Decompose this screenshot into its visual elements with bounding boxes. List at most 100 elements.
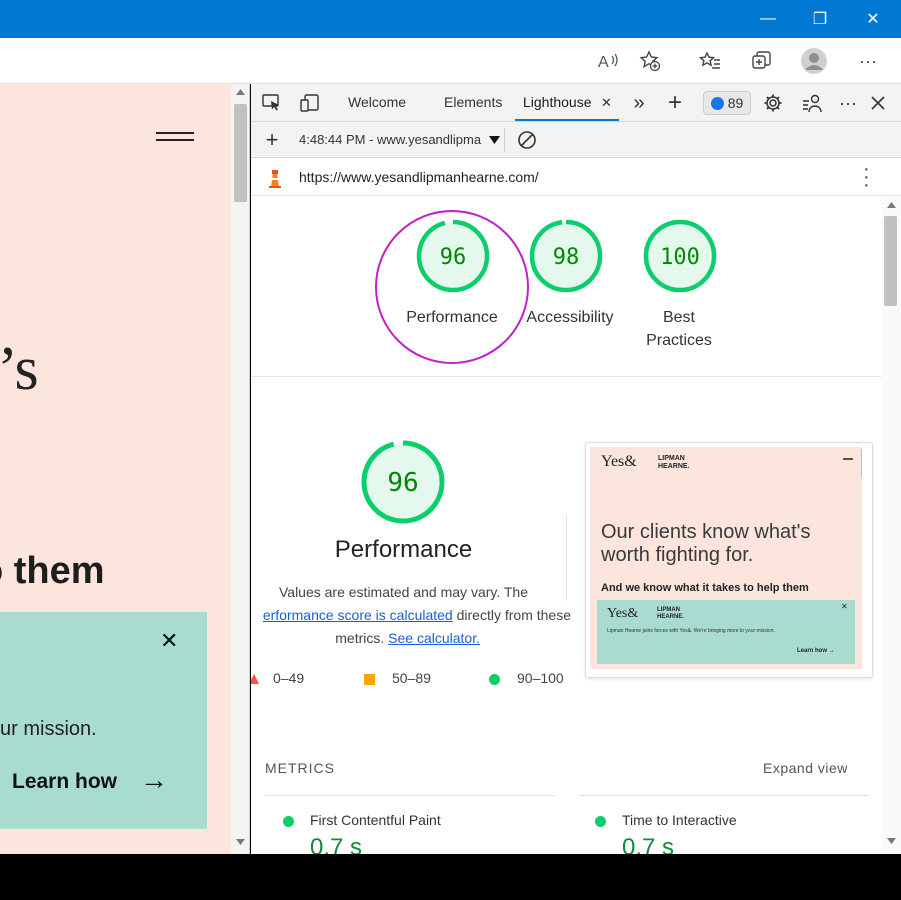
clear-reports-icon[interactable]: [514, 127, 540, 153]
score-gauge-accessibility[interactable]: 98: [528, 218, 604, 294]
tab-elements[interactable]: Elements: [444, 94, 502, 110]
metric-divider-right: [579, 795, 869, 796]
performance-big-gauge[interactable]: 96: [359, 438, 447, 526]
screenshot-logo-yes: Yes&: [601, 453, 637, 470]
score-value: 98: [553, 245, 580, 270]
report-dropdown-icon[interactable]: [489, 136, 500, 144]
close-tab-icon[interactable]: ✕: [601, 95, 612, 111]
screenshot-menu-icon: [843, 458, 853, 460]
screenshot-banner-logo-lipman: LIPMAN HEARNE.: [657, 607, 685, 620]
page-screenshot-thumbnail[interactable]: Yes& LIPMAN HEARNE. Our clients know wha…: [585, 442, 873, 678]
read-aloud-icon[interactable]: A: [594, 48, 622, 74]
report-options-icon[interactable]: · · ·: [863, 159, 870, 195]
performance-description: Values are estimated and may vary. The e…: [251, 581, 571, 650]
banner-text: ur mission.: [0, 718, 97, 740]
page-scroll-thumb[interactable]: [234, 104, 247, 202]
legend-average-range: 50–89: [392, 670, 431, 686]
screenshot-headline: Our clients know what's worth fighting f…: [601, 521, 811, 566]
issues-badge[interactable]: 89: [703, 91, 751, 115]
device-emulation-icon[interactable]: [297, 90, 323, 116]
learn-how-link[interactable]: Learn how: [12, 770, 117, 794]
lighthouse-report: 96 Performance 98 Accessibility 100 Best Prac…: [251, 196, 881, 854]
favorites-icon[interactable]: [696, 48, 724, 74]
subheading-fragment: o them: [0, 550, 105, 592]
metric-tti-label: Time to Interactive: [622, 812, 737, 828]
desc-line-2-text: directly from these: [452, 607, 571, 623]
report-scrollbar[interactable]: [881, 196, 901, 854]
scroll-down-icon[interactable]: [236, 839, 245, 845]
profile-avatar-icon[interactable]: [800, 48, 828, 74]
devtools-panel: Welcome Elements Lighthouse ✕ » + 89 ···…: [251, 84, 901, 854]
more-tabs-icon[interactable]: »: [626, 90, 652, 116]
see-calculator-link[interactable]: See calculator.: [388, 630, 480, 646]
screenshot-logo-lipman: LIPMAN HEARNE.: [658, 455, 690, 470]
screenshot-banner: Yes& LIPMAN HEARNE. ✕ Lipman Hearne join…: [597, 600, 855, 664]
desc-line-1: Values are estimated and may vary. The: [278, 584, 528, 600]
legend-fail-range: 0–49: [273, 670, 305, 686]
settings-gear-icon[interactable]: [760, 90, 786, 116]
report-scroll-down-icon[interactable]: [887, 838, 896, 844]
score-value: 100: [660, 245, 700, 270]
performance-big-score: 96: [387, 468, 418, 498]
tab-welcome[interactable]: Welcome: [348, 94, 406, 110]
metric-pass-dot: [283, 816, 294, 827]
screenshot-subline: And we know what it takes to help them: [601, 582, 809, 594]
screenshot-banner-learn: Learn how →: [797, 648, 835, 654]
screenshot-banner-logo-yes: Yes&: [607, 606, 639, 621]
tab-lighthouse[interactable]: Lighthouse: [523, 94, 592, 110]
lighthouse-url-bar: https://www.yesandlipmanhearne.com/ · · ·: [251, 158, 901, 196]
minimize-button[interactable]: —: [745, 0, 791, 38]
os-taskbar: [0, 854, 901, 900]
devtools-tab-bar: Welcome Elements Lighthouse ✕ » + 89 ···: [251, 84, 901, 122]
report-scroll-up-icon[interactable]: [887, 202, 896, 208]
arrow-right-icon[interactable]: →: [140, 764, 168, 796]
metric-tti-value: 0.7 s: [622, 834, 675, 854]
metrics-heading: METRICS: [265, 760, 335, 776]
devtools-more-icon[interactable]: ···: [835, 90, 861, 116]
website-viewport: t’s o them ✕ ur mission. Learn how →: [0, 84, 231, 854]
score-label: Best Practices: [646, 309, 712, 349]
scroll-up-icon[interactable]: [236, 89, 245, 95]
inspect-element-icon[interactable]: [259, 90, 285, 116]
screenshot-banner-text: Lipman Hearne joins forces with Yes&. We…: [607, 628, 775, 634]
screenshot-banner-close-icon: ✕: [841, 602, 848, 611]
performance-score-link[interactable]: erformance score is calculated: [263, 607, 453, 623]
metric-divider-left: [265, 795, 555, 796]
address-bar[interactable]: [0, 45, 580, 77]
add-favorite-icon[interactable]: [636, 48, 664, 74]
promo-banner: ✕ ur mission. Learn how →: [0, 612, 207, 829]
lighthouse-toolbar: + 4:48:44 PM - www.yesandlipma: [251, 122, 901, 158]
close-devtools-icon[interactable]: [865, 90, 891, 116]
restore-button[interactable]: ❐: [797, 0, 843, 38]
svg-text:A: A: [598, 54, 609, 71]
highlight-circle-annotation: [375, 210, 529, 364]
vertical-divider: [566, 516, 567, 601]
active-tab-indicator: [515, 119, 619, 121]
browser-toolbar: A ···: [0, 38, 901, 84]
lighthouse-logo-icon: [269, 170, 281, 188]
toolbar-divider: [504, 128, 505, 152]
metric-fcp-label: First Contentful Paint: [310, 812, 441, 828]
report-selector[interactable]: 4:48:44 PM - www.yesandlipma: [299, 132, 487, 147]
expand-view-toggle[interactable]: Expand view: [763, 760, 848, 776]
collections-icon[interactable]: [747, 48, 775, 74]
page-scrollbar[interactable]: [231, 84, 250, 854]
average-square-icon: [364, 674, 375, 685]
metric-fcp-value: 0.7 s: [310, 834, 363, 854]
metric-pass-dot: [595, 816, 606, 827]
banner-close-icon[interactable]: ✕: [160, 628, 178, 654]
hamburger-menu-icon[interactable]: [156, 132, 194, 146]
performance-title: Performance: [334, 536, 473, 563]
add-tab-icon[interactable]: +: [662, 89, 688, 116]
desc-line-3-text: metrics.: [335, 630, 389, 646]
settings-more-icon[interactable]: ···: [854, 48, 882, 74]
new-report-icon[interactable]: +: [259, 127, 285, 153]
score-gauge-best-practices[interactable]: 100: [642, 218, 718, 294]
window-titlebar: — ❐ ✕: [0, 0, 901, 38]
legend-pass-range: 90–100: [517, 670, 564, 686]
screenshot-scrollbar: [861, 449, 862, 477]
customize-icon[interactable]: [799, 90, 825, 116]
report-scroll-thumb[interactable]: [884, 216, 897, 306]
close-window-button[interactable]: ✕: [850, 0, 896, 38]
audited-url: https://www.yesandlipmanhearne.com/: [299, 169, 539, 185]
